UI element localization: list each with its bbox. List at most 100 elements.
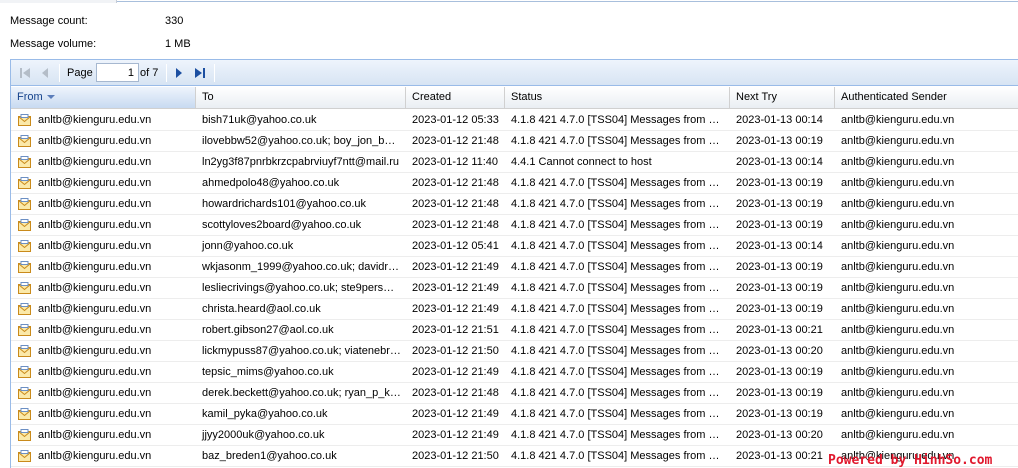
cell-status: 4.1.8 421 4.7.0 [TSS04] Messages from … <box>511 177 720 189</box>
message-queue-grid: Page of 7 From To Created Status Next Tr… <box>10 59 1018 468</box>
cell-created: 2023-01-12 05:33 <box>412 114 499 126</box>
mail-icon <box>18 219 31 231</box>
watermark: Powered by HinhSo.com <box>828 453 993 468</box>
cell-authenticated-sender: anltb@kienguru.edu.vn <box>841 303 955 315</box>
mail-icon <box>18 324 31 336</box>
table-row[interactable]: anltb@kienguru.edu.vn bish71uk@yahoo.co.u… <box>11 110 1018 131</box>
last-page-icon[interactable] <box>192 65 208 81</box>
cell-created: 2023-01-12 21:48 <box>412 387 499 399</box>
cell-status: 4.1.8 421 4.7.0 [TSS04] Messages from … <box>511 261 720 273</box>
cell-status: 4.1.8 421 4.7.0 [TSS04] Messages from … <box>511 324 720 336</box>
cell-created: 2023-01-12 21:49 <box>412 429 499 441</box>
grid-header: From To Created Status Next Try Authenti… <box>11 87 1018 109</box>
table-row[interactable]: anltb@kienguru.edu.vn lesliecrivings@yaho… <box>11 278 1018 299</box>
column-header-authenticated-sender[interactable]: Authenticated Sender <box>835 87 1018 108</box>
table-row[interactable]: anltb@kienguru.edu.vn ahmedpolo48@yahoo.c… <box>11 173 1018 194</box>
mail-icon <box>18 261 31 273</box>
sort-descending-icon <box>46 95 55 100</box>
cell-to: wkjasonm_1999@yahoo.co.uk; davidr… <box>202 261 400 273</box>
mail-icon <box>18 345 31 357</box>
top-tab-strip <box>0 0 1018 3</box>
message-count-label: Message count: <box>10 15 88 27</box>
column-header-from[interactable]: From <box>11 87 196 108</box>
next-page-icon[interactable] <box>171 65 187 81</box>
cell-from: anltb@kienguru.edu.vn <box>38 345 152 357</box>
cell-next-try: 2023-01-13 00:19 <box>736 177 823 189</box>
column-header-authenticated-sender-label: Authenticated Sender <box>841 91 947 103</box>
cell-created: 2023-01-12 21:49 <box>412 303 499 315</box>
table-row[interactable]: anltb@kienguru.edu.vn robert.gibson27@aol… <box>11 320 1018 341</box>
cell-next-try: 2023-01-13 00:14 <box>736 240 823 252</box>
cell-created: 2023-01-12 21:51 <box>412 324 499 336</box>
cell-status: 4.1.8 421 4.7.0 [TSS04] Messages from … <box>511 387 720 399</box>
cell-authenticated-sender: anltb@kienguru.edu.vn <box>841 387 955 399</box>
cell-next-try: 2023-01-13 00:14 <box>736 114 823 126</box>
cell-next-try: 2023-01-13 00:19 <box>736 261 823 273</box>
first-page-icon[interactable] <box>17 65 33 81</box>
cell-from: anltb@kienguru.edu.vn <box>38 261 152 273</box>
cell-created: 2023-01-12 21:48 <box>412 219 499 231</box>
table-row[interactable]: anltb@kienguru.edu.vn tepsic_mims@yahoo.c… <box>11 362 1018 383</box>
cell-status: 4.1.8 421 4.7.0 [TSS04] Messages from … <box>511 303 720 315</box>
cell-authenticated-sender: anltb@kienguru.edu.vn <box>841 156 955 168</box>
cell-status: 4.1.8 421 4.7.0 [TSS04] Messages from … <box>511 450 720 462</box>
table-row[interactable]: anltb@kienguru.edu.vn jjyy2000uk@yahoo.co… <box>11 425 1018 446</box>
table-row[interactable]: anltb@kienguru.edu.vn scottyloves2board@y… <box>11 215 1018 236</box>
column-header-to-label: To <box>202 91 214 103</box>
cell-to: lickmypuss87@yahoo.co.uk; viatenebr… <box>202 345 401 357</box>
cell-created: 2023-01-12 21:50 <box>412 450 499 462</box>
mail-icon <box>18 366 31 378</box>
table-row[interactable]: anltb@kienguru.edu.vn kamil_pyka@yahoo.co… <box>11 404 1018 425</box>
page-number-input[interactable] <box>96 63 139 82</box>
table-row[interactable]: anltb@kienguru.edu.vn derek.beckett@yahoo… <box>11 383 1018 404</box>
page-label: Page <box>67 67 93 79</box>
cell-to: ilovebbw52@yahoo.co.uk; boy_jon_b… <box>202 135 396 147</box>
cell-from: anltb@kienguru.edu.vn <box>38 240 152 252</box>
cell-status: 4.1.8 421 4.7.0 [TSS04] Messages from … <box>511 198 720 210</box>
table-row[interactable]: anltb@kienguru.edu.vn wkjasonm_1999@yahoo… <box>11 257 1018 278</box>
table-row[interactable]: anltb@kienguru.edu.vn ln2yg3f87pnrbkrzcpa… <box>11 152 1018 173</box>
column-header-created[interactable]: Created <box>406 87 505 108</box>
column-header-next-try[interactable]: Next Try <box>730 87 835 108</box>
cell-created: 2023-01-12 21:49 <box>412 261 499 273</box>
mail-icon <box>18 135 31 147</box>
table-row[interactable]: anltb@kienguru.edu.vn jonn@yahoo.co.uk 202… <box>11 236 1018 257</box>
table-row[interactable]: anltb@kienguru.edu.vn ilovebbw52@yahoo.co… <box>11 131 1018 152</box>
previous-page-icon[interactable] <box>37 65 53 81</box>
cell-next-try: 2023-01-13 00:19 <box>736 303 823 315</box>
cell-authenticated-sender: anltb@kienguru.edu.vn <box>841 282 955 294</box>
table-row[interactable]: anltb@kienguru.edu.vn christa.heard@aol.c… <box>11 299 1018 320</box>
cell-to: derek.beckett@yahoo.co.uk; ryan_p_k… <box>202 387 401 399</box>
cell-status: 4.1.8 421 4.7.0 [TSS04] Messages from … <box>511 240 720 252</box>
cell-status: 4.1.8 421 4.7.0 [TSS04] Messages from … <box>511 114 720 126</box>
table-row[interactable]: anltb@kienguru.edu.vn howardrichards101@y… <box>11 194 1018 215</box>
column-header-status[interactable]: Status <box>505 87 730 108</box>
cell-to: robert.gibson27@aol.co.uk <box>202 324 334 336</box>
cell-status: 4.1.8 421 4.7.0 [TSS04] Messages from … <box>511 219 720 231</box>
column-header-to[interactable]: To <box>196 87 406 108</box>
cell-next-try: 2023-01-13 00:19 <box>736 282 823 294</box>
cell-next-try: 2023-01-13 00:19 <box>736 219 823 231</box>
column-header-status-label: Status <box>511 91 543 103</box>
cell-created: 2023-01-12 21:50 <box>412 345 499 357</box>
cell-next-try: 2023-01-13 00:19 <box>736 408 823 420</box>
cell-from: anltb@kienguru.edu.vn <box>38 177 152 189</box>
cell-created: 2023-01-12 21:48 <box>412 177 499 189</box>
cell-status: 4.1.8 421 4.7.0 [TSS04] Messages from … <box>511 345 720 357</box>
cell-from: anltb@kienguru.edu.vn <box>38 135 152 147</box>
cell-to: baz_breden1@yahoo.co.uk <box>202 450 337 462</box>
mail-icon <box>18 429 31 441</box>
cell-to: bish71uk@yahoo.co.uk <box>202 114 317 126</box>
mail-icon <box>18 303 31 315</box>
cell-created: 2023-01-12 21:49 <box>412 408 499 420</box>
table-row[interactable]: anltb@kienguru.edu.vn lickmypuss87@yahoo.… <box>11 341 1018 362</box>
cell-to: lesliecrivings@yahoo.co.uk; ste9pers… <box>202 282 395 294</box>
cell-next-try: 2023-01-13 00:20 <box>736 429 823 441</box>
cell-status: 4.1.8 421 4.7.0 [TSS04] Messages from … <box>511 408 720 420</box>
cell-to: jjyy2000uk@yahoo.co.uk <box>202 429 325 441</box>
cell-from: anltb@kienguru.edu.vn <box>38 366 152 378</box>
cell-from: anltb@kienguru.edu.vn <box>38 408 152 420</box>
grid-body: anltb@kienguru.edu.vn bish71uk@yahoo.co.u… <box>11 110 1018 467</box>
cell-created: 2023-01-12 21:48 <box>412 135 499 147</box>
cell-created: 2023-01-12 05:41 <box>412 240 499 252</box>
